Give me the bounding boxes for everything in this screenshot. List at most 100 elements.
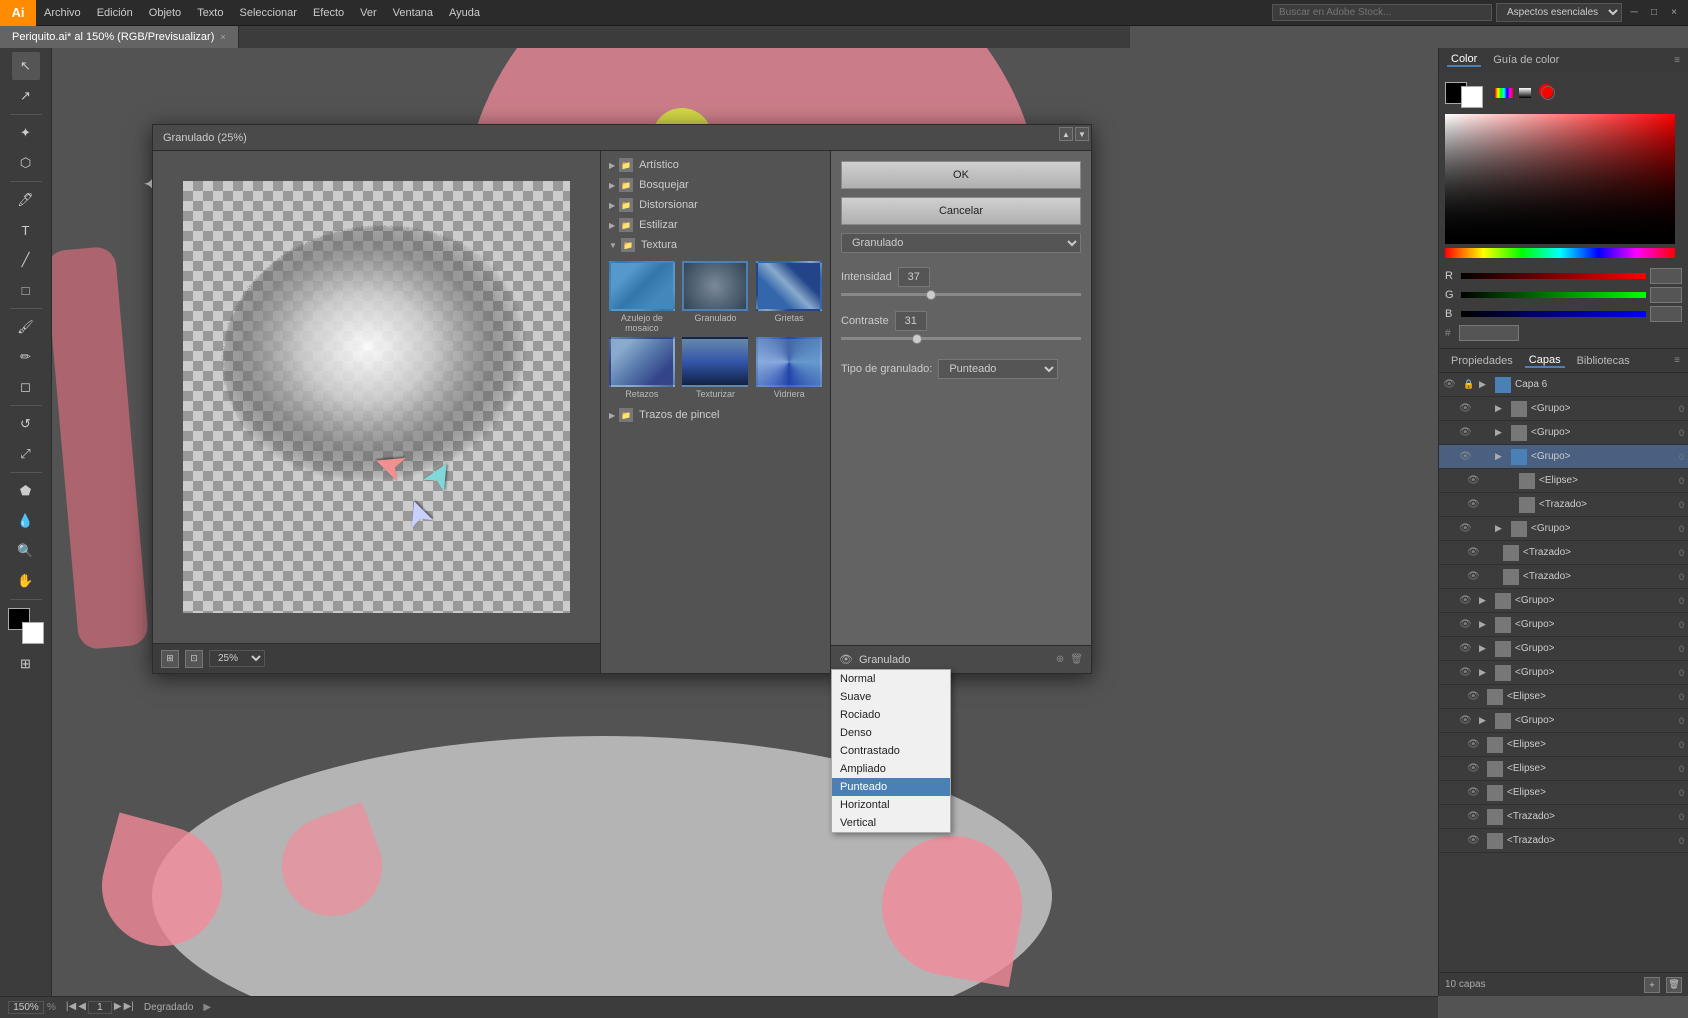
thumb-azulejo[interactable]: Azulejo de mosaico — [607, 261, 677, 333]
tool-hand[interactable]: ✋ — [12, 567, 40, 595]
layer-eye-icon[interactable]: 👁 — [839, 653, 853, 666]
layer-eye-4[interactable]: 👁 — [1467, 475, 1483, 486]
b-bar[interactable] — [1461, 311, 1646, 317]
tool-arrow[interactable]: ↖ — [12, 52, 40, 80]
cancel-button[interactable]: Cancelar — [841, 197, 1081, 225]
dd-contrastado[interactable]: Contrastado — [832, 742, 950, 760]
layer-add-icon[interactable]: ⊕ — [1056, 654, 1064, 665]
layer-expand-9[interactable]: ▶ — [1479, 595, 1491, 606]
layer-expand-6[interactable]: ▶ — [1495, 523, 1507, 534]
layer-eye-17[interactable]: 👁 — [1467, 787, 1483, 798]
layer-eye-6[interactable]: 👁 — [1459, 523, 1475, 534]
thumb-texturizar[interactable]: Texturizar — [681, 337, 751, 399]
menu-ventana[interactable]: Ventana — [385, 0, 441, 26]
r-bar[interactable] — [1461, 273, 1646, 279]
layer-item-capa6[interactable]: 👁 🔒 ▶ Capa 6 — [1439, 373, 1688, 397]
layers-panel-menu[interactable]: ≡ — [1674, 355, 1680, 366]
preview-actual-btn[interactable]: ⊡ — [185, 650, 203, 668]
hex-value[interactable] — [1459, 325, 1519, 341]
dd-denso[interactable]: Denso — [832, 724, 950, 742]
layer-item-9[interactable]: 👁 ▶ <Grupo> 0 — [1439, 589, 1688, 613]
layer-eye-13[interactable]: 👁 — [1467, 691, 1483, 702]
nav-next-btn[interactable]: ▶ — [114, 1001, 122, 1014]
layer-item-2[interactable]: 👁 ▶ <Grupo> 0 — [1439, 421, 1688, 445]
category-textura[interactable]: ▼ 📁 Textura — [601, 235, 830, 255]
menu-ayuda[interactable]: Ayuda — [441, 0, 488, 26]
dd-punteado[interactable]: Punteado — [832, 778, 950, 796]
menu-texto[interactable]: Texto — [189, 0, 231, 26]
layer-eye-8[interactable]: 👁 — [1467, 571, 1483, 582]
status-arrow-right[interactable]: ▶ — [203, 1002, 211, 1013]
tool-text[interactable]: T — [12, 216, 40, 244]
b-value[interactable] — [1650, 306, 1682, 322]
layer-eye-1[interactable]: 👁 — [1459, 403, 1475, 414]
color-panel-close[interactable]: ≡ — [1674, 55, 1680, 66]
tab-bibliotecas[interactable]: Bibliotecas — [1573, 355, 1634, 367]
status-zoom-input[interactable] — [8, 1001, 44, 1014]
tool-scale[interactable]: ⤢ — [12, 440, 40, 468]
layer-item-14[interactable]: 👁 ▶ <Grupo> 0 — [1439, 709, 1688, 733]
r-value[interactable] — [1650, 268, 1682, 284]
active-tab[interactable]: Periquito.ai* al 150% (RGB/Previsualizar… — [0, 26, 239, 48]
thumb-grietas[interactable]: Grietas — [754, 261, 824, 333]
layer-item-13[interactable]: 👁 <Elipse> 0 — [1439, 685, 1688, 709]
layer-item-8[interactable]: 👁 <Trazado> 0 — [1439, 565, 1688, 589]
thumb-granulado[interactable]: Granulado — [681, 261, 751, 333]
layer-eye-12[interactable]: 👁 — [1459, 667, 1475, 678]
tool-lasso[interactable]: ⬡ — [12, 149, 40, 177]
tool-pen[interactable]: 🖊 — [12, 186, 40, 214]
layer-expand-12[interactable]: ▶ — [1479, 667, 1491, 678]
zoom-select[interactable]: 25% 50% 75% 100% 150% — [209, 650, 265, 667]
grain-type-selector[interactable]: Normal Suave Rociado Denso Contrastado A… — [938, 359, 1058, 379]
tool-eraser[interactable]: ◻ — [12, 373, 40, 401]
tab-propiedades[interactable]: Propiedades — [1447, 355, 1517, 367]
category-artistico[interactable]: ▶ 📁 Artístico — [601, 155, 830, 175]
dd-suave[interactable]: Suave — [832, 688, 950, 706]
tool-direct-select[interactable]: ↗ — [12, 82, 40, 110]
workspace-selector[interactable]: Aspectos esenciales — [1496, 3, 1622, 22]
tool-rect[interactable]: □ — [12, 276, 40, 304]
dd-horizontal[interactable]: Horizontal — [832, 796, 950, 814]
spectrum-strip[interactable] — [1495, 88, 1513, 98]
menu-objeto[interactable]: Objeto — [141, 0, 189, 26]
bw-strip[interactable] — [1519, 88, 1531, 98]
thumb-vidriera[interactable]: Vidriera — [754, 337, 824, 399]
menu-edicion[interactable]: Edición — [89, 0, 141, 26]
dd-rociado[interactable]: Rociado — [832, 706, 950, 724]
menu-archivo[interactable]: Archivo — [36, 0, 89, 26]
delete-layer-btn[interactable]: 🗑 — [1666, 977, 1682, 993]
filter-name-selector[interactable]: Granulado — [841, 233, 1081, 253]
nav-first-btn[interactable]: |◀ — [66, 1001, 76, 1014]
layer-expand-10[interactable]: ▶ — [1479, 619, 1491, 630]
color-spectrum[interactable] — [1445, 114, 1675, 244]
layer-item-10[interactable]: 👁 ▶ <Grupo> 0 — [1439, 613, 1688, 637]
menu-seleccionar[interactable]: Seleccionar — [231, 0, 304, 26]
category-estilizar[interactable]: ▶ 📁 Estilizar — [601, 215, 830, 235]
layer-eye-5[interactable]: 👁 — [1467, 499, 1483, 510]
dd-normal[interactable]: Normal — [832, 670, 950, 688]
layer-eye-15[interactable]: 👁 — [1467, 739, 1483, 750]
dialog-expand-btn[interactable]: ▲ — [1059, 127, 1073, 141]
layer-item-5[interactable]: 👁 <Trazado> 0 — [1439, 493, 1688, 517]
layer-expand-3[interactable]: ▶ — [1495, 451, 1507, 462]
nav-last-btn[interactable]: ▶| — [124, 1001, 134, 1014]
preview-fit-btn[interactable]: ⊞ — [161, 650, 179, 668]
thumb-retazos[interactable]: Retazos — [607, 337, 677, 399]
layer-expand-capa6[interactable]: ▶ — [1479, 379, 1491, 390]
category-trazos[interactable]: ▶ 📁 Trazos de pincel — [601, 405, 830, 425]
tool-magic-wand[interactable]: ✦ — [12, 119, 40, 147]
tool-zoom[interactable]: 🔍 — [12, 537, 40, 565]
layer-eye-16[interactable]: 👁 — [1467, 763, 1483, 774]
g-bar[interactable] — [1461, 292, 1646, 298]
create-layer-btn[interactable]: + — [1644, 977, 1660, 993]
tool-paintbrush[interactable]: 🖌 — [12, 313, 40, 341]
layer-eye-9[interactable]: 👁 — [1459, 595, 1475, 606]
maximize-button[interactable]: □ — [1646, 5, 1662, 21]
category-distorsionar[interactable]: ▶ 📁 Distorsionar — [601, 195, 830, 215]
tool-artboard[interactable]: ⊞ — [12, 650, 40, 678]
nav-prev-btn[interactable]: ◀ — [78, 1001, 86, 1014]
layer-expand-2[interactable]: ▶ — [1495, 427, 1507, 438]
tool-blend[interactable]: ⬟ — [12, 477, 40, 505]
g-value[interactable] — [1650, 287, 1682, 303]
bg-color-swatch[interactable] — [1461, 86, 1483, 108]
